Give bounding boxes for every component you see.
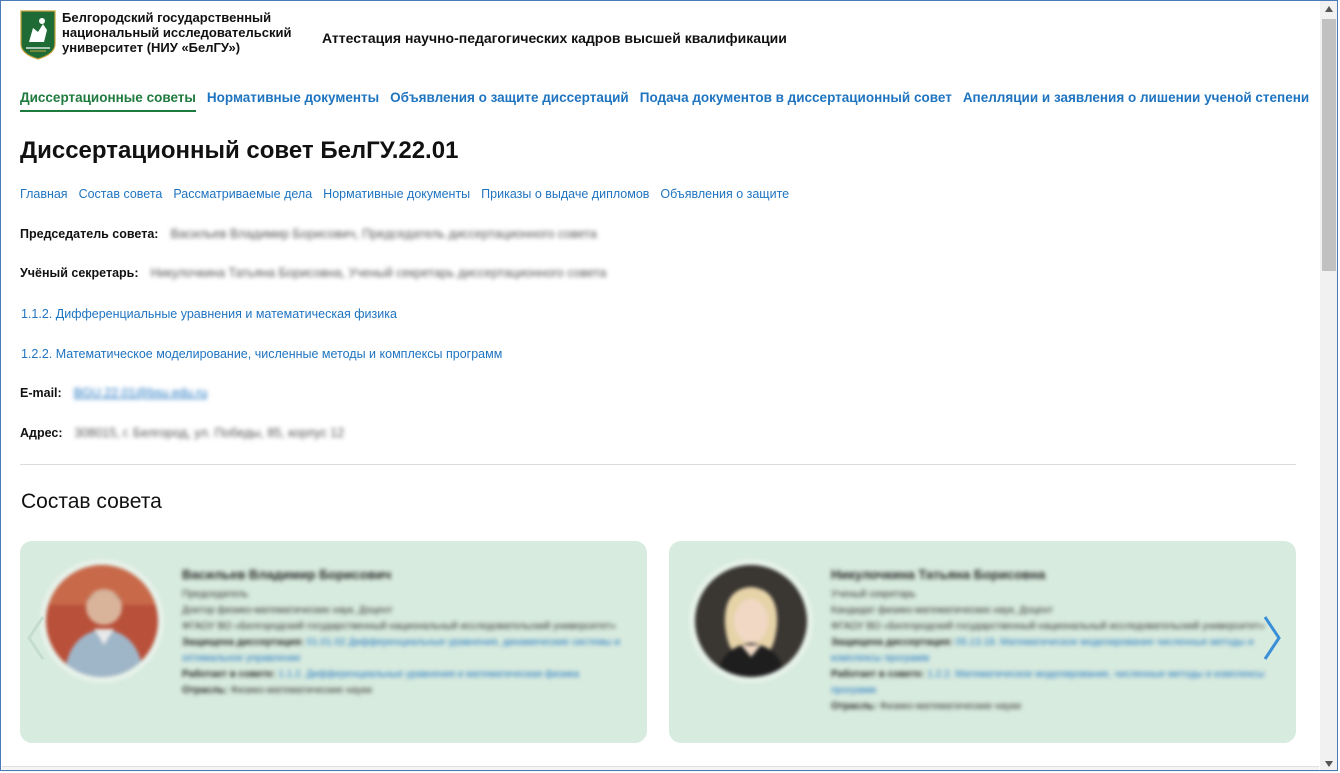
specialty-link[interactable]: 1.2.2. Математическое моделирование, чис… [21,347,502,361]
member-card[interactable]: Никулочкина Татьяна Борисовна Ученый сек… [669,541,1296,743]
chair-value: Васильев Владимир Борисович, Председател… [170,227,597,241]
section-divider [20,464,1296,465]
secretary-value: Никулочкина Татьяна Борисовна, Ученый се… [150,266,607,280]
member-org: ФГАОУ ВО «Белгородский государственный н… [182,621,616,632]
vertical-scrollbar[interactable] [1320,1,1338,772]
member-details: Васильев Владимир Борисович Председатель… [182,567,632,699]
sub-nav-cases[interactable]: Рассматриваемые дела [173,187,312,201]
sub-nav-home[interactable]: Главная [20,187,68,201]
defended-label: Защищена диссертация: [831,637,953,648]
chevron-left-icon[interactable] [25,613,47,663]
sub-nav-regulatory-documents[interactable]: Нормативные документы [323,187,470,201]
member-field: Отрасль: Физико-математические науки [831,699,1281,715]
member-details: Никулочкина Татьяна Борисовна Ученый сек… [831,567,1281,715]
next-section-edge [2,766,1319,772]
scrollbar-thumb[interactable] [1322,19,1336,271]
member-avatar [46,565,158,677]
email-label: E-mail: [20,386,62,400]
member-works: Работает в совете: 1.2.2. Математическое… [831,667,1281,699]
main-nav: Диссертационные советы Нормативные докум… [20,90,1319,112]
member-role: Ученый секретарь [831,589,916,600]
secretary-row: Учёный секретарь: Никулочкина Татьяна Бо… [20,266,606,280]
university-logo[interactable] [20,10,56,60]
chair-row: Председатель совета: Васильев Владимир Б… [20,227,597,241]
address-label: Адрес: [20,426,63,440]
works-label: Работает в совете: [182,669,276,680]
member-name: Васильев Владимир Борисович [182,567,392,582]
member-degree: Кандидат физико-математических наук, Доц… [831,605,1053,616]
works-value[interactable]: 1.1.2. Дифференциальные уравнения и мате… [278,669,579,680]
university-name-line: университет (НИУ «БелГУ») [62,40,241,55]
secretary-label: Учёный секретарь: [20,266,139,280]
chair-label: Председатель совета: [20,227,159,241]
scroll-down-icon[interactable] [1320,756,1338,772]
specialty-link[interactable]: 1.1.2. Дифференциальные уравнения и мате… [21,307,397,321]
site-title: Аттестация научно-педагогических кадров … [322,30,787,46]
page: Белгородский государственный национальны… [1,1,1319,772]
member-defended: Защищена диссертация: 01.01.02 Дифференц… [182,635,632,667]
main-nav-appeals[interactable]: Апелляции и заявления о лишении ученой с… [963,90,1309,112]
address-row: Адрес: 308015, г. Белгород, ул. Победы, … [20,426,344,440]
email-row: E-mail: BGU.22.01@bsu.edu.ru [20,386,207,400]
scroll-up-icon[interactable] [1320,1,1338,17]
sub-nav-diploma-orders[interactable]: Приказы о выдаче дипломов [481,187,649,201]
sub-nav-defense-announcements[interactable]: Объявления о защите [660,187,789,201]
page-title: Диссертационный совет БелГУ.22.01 [20,137,459,164]
main-nav-dissertation-councils[interactable]: Диссертационные советы [20,90,196,112]
email-link[interactable]: BGU.22.01@bsu.edu.ru [74,386,208,400]
member-org: ФГАОУ ВО «Белгородский государственный н… [831,621,1265,632]
member-name: Никулочкина Татьяна Борисовна [831,567,1046,582]
works-label: Работает в совете: [831,669,925,680]
university-name[interactable]: Белгородский государственный национальны… [62,10,312,55]
field-value: Физико-математические науки [230,685,372,696]
address-value: 308015, г. Белгород, ул. Победы, 85, кор… [74,426,345,440]
main-nav-document-submission[interactable]: Подача документов в диссертационный сове… [640,90,952,112]
main-nav-defense-announcements[interactable]: Объявления о защите диссертаций [390,90,629,112]
university-name-line: Белгородский государственный [62,10,272,25]
member-card[interactable]: Васильев Владимир Борисович Председатель… [20,541,647,743]
university-name-line: национальный исследовательский [62,25,292,40]
main-nav-regulatory-documents[interactable]: Нормативные документы [207,90,379,112]
field-value: Физико-математические науки [879,701,1021,712]
council-sub-nav: Главная Состав совета Рассматриваемые де… [20,187,800,201]
member-avatar [695,565,807,677]
sub-nav-council-members[interactable]: Состав совета [79,187,163,201]
field-label: Отрасль: [182,685,228,696]
member-defended: Защищена диссертация: 05.13.18. Математи… [831,635,1281,667]
member-works: Работает в совете: 1.1.2. Дифференциальн… [182,667,632,683]
member-degree: Доктор физико-математических наук, Доцен… [182,605,393,616]
member-field: Отрасль: Физико-математические науки [182,683,632,699]
chevron-right-icon[interactable] [1261,613,1283,663]
member-role: Председатель [182,589,249,600]
council-section-title: Состав совета [21,490,162,513]
defended-label: Защищена диссертация: [182,637,304,648]
field-label: Отрасль: [831,701,877,712]
